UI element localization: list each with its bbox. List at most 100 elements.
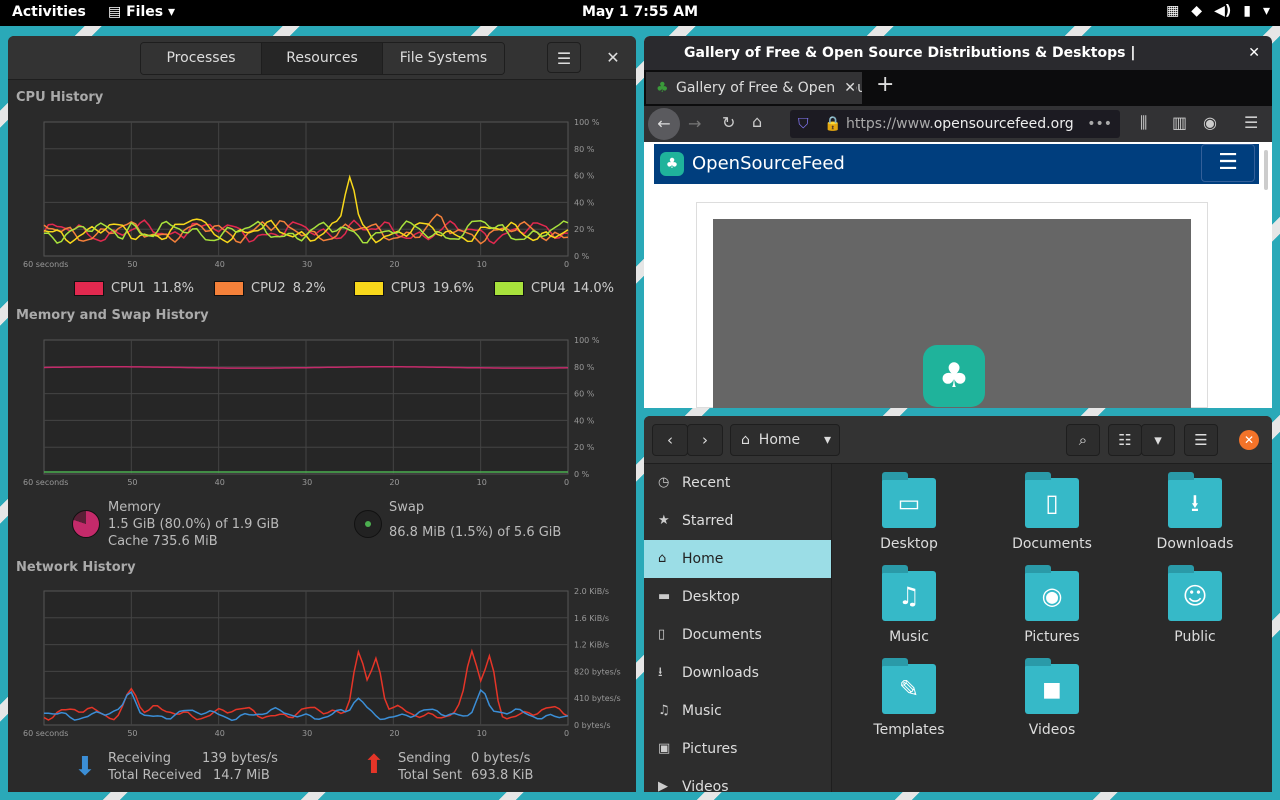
- chevron-left-icon: ‹: [667, 431, 673, 449]
- sidebar-item-label: Downloads: [682, 665, 759, 681]
- recent-icon: ◷: [658, 475, 670, 490]
- account-icon[interactable]: ◉: [1203, 113, 1217, 132]
- folder-templates-icon: ✎: [882, 658, 936, 714]
- sidebar-item-recent[interactable]: ◷ Recent: [644, 464, 831, 502]
- x-tick-label: 50: [127, 478, 137, 487]
- workspace-icon[interactable]: ▦: [1166, 3, 1179, 19]
- tab-strip: ♣ Gallery of Free & Open Sou ✕ +: [644, 70, 1272, 106]
- cpu-value: 8.2%: [292, 281, 326, 296]
- x-tick-label: 60 seconds: [23, 478, 68, 487]
- sidebar-item-label: Recent: [682, 475, 731, 491]
- folder-desktop[interactable]: ▭ Desktop: [854, 472, 964, 552]
- battery-icon[interactable]: ▮: [1243, 3, 1251, 19]
- scrollbar[interactable]: [1264, 150, 1268, 190]
- sidebar-item-home[interactable]: ⌂ Home: [644, 540, 831, 578]
- tracking-protection-icon[interactable]: ⛉: [798, 110, 809, 138]
- folder-label: Music: [889, 629, 929, 645]
- back-icon[interactable]: ←: [648, 108, 680, 140]
- chevron-down-icon: ▾: [1154, 431, 1162, 449]
- cpu-name: CPU3: [391, 281, 426, 296]
- tab-close-icon[interactable]: ✕: [840, 72, 856, 104]
- sidebar-item-downloads[interactable]: ⭳ Downloads: [644, 654, 831, 692]
- back-button[interactable]: ‹: [652, 424, 688, 456]
- site-menu-toggle[interactable]: ☰: [1201, 144, 1255, 182]
- gallery-image[interactable]: ♣: [713, 219, 1191, 408]
- close-icon[interactable]: ✕: [1248, 36, 1260, 70]
- y-tick-label: 40 %: [574, 416, 595, 425]
- site-name[interactable]: OpenSourceFeed: [692, 153, 845, 174]
- library-icon[interactable]: ⫼: [1140, 113, 1147, 133]
- y-tick-label: 1.6 KiB/s: [574, 614, 609, 623]
- swap-pie-icon: [354, 510, 382, 538]
- folder-pictures[interactable]: ◉ Pictures: [997, 565, 1107, 645]
- sidebar-item-label: Videos: [682, 779, 729, 792]
- x-tick-label: 50: [127, 260, 137, 269]
- folder-public-icon: ☺: [1168, 565, 1222, 621]
- page-actions-icon[interactable]: •••: [1087, 110, 1112, 138]
- x-tick-label: 30: [302, 478, 312, 487]
- folder-public[interactable]: ☺ Public: [1140, 565, 1250, 645]
- y-tick-label: 60 %: [574, 390, 595, 399]
- forward-icon[interactable]: →: [688, 114, 701, 133]
- location-label: Home: [758, 432, 801, 448]
- sidebar-item-videos[interactable]: ▶ Videos: [644, 768, 831, 792]
- sidebar-item-documents[interactable]: ▯ Documents: [644, 616, 831, 654]
- power-menu-icon[interactable]: ▾: [1263, 3, 1270, 19]
- color-swatch[interactable]: [74, 281, 104, 296]
- firefox-menu-icon[interactable]: ☰: [1244, 113, 1258, 132]
- y-tick-label: 100 %: [574, 118, 600, 127]
- folder-templates[interactable]: ✎ Templates: [854, 658, 964, 738]
- x-tick-label: 10: [477, 729, 487, 738]
- home-icon[interactable]: ⌂: [752, 112, 762, 131]
- forward-button[interactable]: ›: [687, 424, 723, 456]
- cpu-legend-item[interactable]: CPU2 8.2%: [214, 281, 326, 296]
- color-swatch[interactable]: [354, 281, 384, 296]
- memory-label: Memory: [108, 500, 161, 515]
- close-button[interactable]: ✕: [1239, 430, 1259, 450]
- location-bar[interactable]: ⌂ Home ▾: [730, 424, 840, 456]
- folder-label: Downloads: [1156, 536, 1234, 552]
- files-menu-button[interactable]: ☰: [1184, 424, 1218, 456]
- chevron-down-icon[interactable]: ▾: [824, 425, 831, 455]
- y-tick-label: 410 bytes/s: [574, 694, 621, 703]
- folder-downloads[interactable]: ⭳ Downloads: [1140, 472, 1250, 552]
- y-tick-label: 0 bytes/s: [574, 721, 611, 730]
- system-tray[interactable]: ▦ ◆ ◀) ▮ ▾: [1166, 3, 1270, 19]
- color-swatch[interactable]: [494, 281, 524, 296]
- lock-icon[interactable]: 🔒: [824, 110, 841, 138]
- url-bar[interactable]: ⛉ 🔒 https://www.opensourcefeed.org •••: [790, 110, 1120, 138]
- web-content: ♣ OpenSourceFeed ☰ ♣: [644, 142, 1272, 408]
- y-tick-label: 80 %: [574, 363, 595, 372]
- home-icon: ⌂: [741, 432, 750, 448]
- view-mode-button[interactable]: ☷: [1108, 424, 1142, 456]
- clock[interactable]: May 1 7:55 AM: [0, 4, 1280, 20]
- sidebar-item-starred[interactable]: ★ Starred: [644, 502, 831, 540]
- folder-documents[interactable]: ▯ Documents: [997, 472, 1107, 552]
- browser-tab[interactable]: ♣ Gallery of Free & Open Sou ✕: [646, 72, 862, 104]
- view-options-button[interactable]: ▾: [1141, 424, 1175, 456]
- cpu-legend-item[interactable]: CPU1 11.8%: [74, 281, 194, 296]
- cpu-legend-item[interactable]: CPU4 14.0%: [494, 281, 614, 296]
- folder-music[interactable]: ♫ Music: [854, 565, 964, 645]
- y-tick-label: 0 %: [574, 470, 590, 479]
- color-swatch[interactable]: [214, 281, 244, 296]
- reload-icon[interactable]: ↻: [722, 113, 735, 132]
- pictures-icon: ▣: [658, 741, 671, 756]
- sidebar-item-desktop[interactable]: ▬ Desktop: [644, 578, 831, 616]
- folder-videos-icon: ◼: [1025, 658, 1079, 714]
- files-window: ‹ › ⌂ Home ▾ ⌕ ☷ ▾ ☰ ✕ ◷ Recent ★ Starred ⌂ H…: [644, 416, 1272, 792]
- wifi-icon[interactable]: ◆: [1191, 3, 1202, 19]
- volume-icon[interactable]: ◀): [1214, 3, 1231, 19]
- sidebar-icon[interactable]: ▥: [1172, 113, 1187, 132]
- y-tick-label: 20 %: [574, 225, 595, 234]
- new-tab-icon[interactable]: +: [876, 72, 894, 97]
- resource-graphs: 100 %80 %60 %40 %20 %0 %60 seconds 50 40 30…: [23, 118, 621, 738]
- network-history-title: Network History: [16, 560, 136, 575]
- folder-videos[interactable]: ◼ Videos: [997, 658, 1107, 738]
- hamburger-icon: ☰: [1218, 150, 1238, 175]
- cpu-legend-item[interactable]: CPU3 19.6%: [354, 281, 474, 296]
- sidebar-item-music[interactable]: ♫ Music: [644, 692, 831, 730]
- receiving-rate: 139 bytes/s: [202, 751, 278, 766]
- sidebar-item-pictures[interactable]: ▣ Pictures: [644, 730, 831, 768]
- search-button[interactable]: ⌕: [1066, 424, 1100, 456]
